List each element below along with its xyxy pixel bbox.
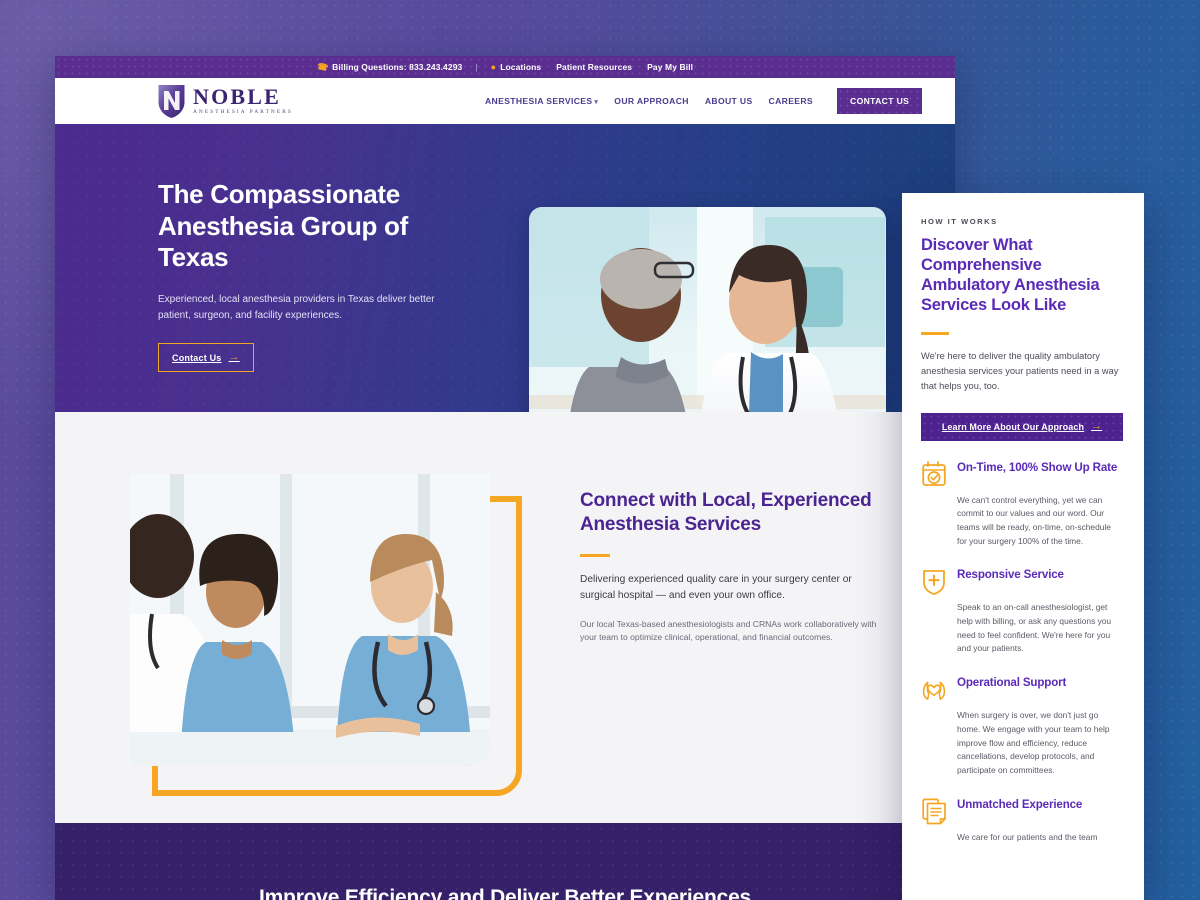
mid-body: Our local Texas-based anesthesiologists … <box>580 618 877 643</box>
locations-label: Locations <box>500 62 542 72</box>
learn-more-label: Learn More About Our Approach <box>941 421 1085 432</box>
billing-questions[interactable]: ☎ Billing Questions: 833.243.4293 <box>316 60 463 73</box>
billing-label: Billing Questions: 833.243.4293 <box>332 62 463 72</box>
feature-item: Unmatched Experience <box>921 797 1123 825</box>
mid-photo <box>130 474 490 766</box>
nav-item-careers[interactable]: CAREERS <box>769 96 813 106</box>
nav-links: ANESTHESIA SERVICES ▾ OUR APPROACH ABOUT … <box>485 78 923 124</box>
feature-body: Operational Support <box>957 675 1123 703</box>
mid-copy: Connect with Local, Experienced Anesthes… <box>580 489 880 645</box>
brand-tagline: ANESTHESIA PARTNERS <box>193 109 293 116</box>
utility-link-locations[interactable]: ● Locations <box>491 62 542 72</box>
main-navbar: NOBLE ANESTHESIA PARTNERS ANESTHESIA SER… <box>55 78 955 124</box>
card-accent-rule <box>921 331 949 335</box>
hero-copy: The Compassionate Anesthesia Group of Te… <box>158 179 458 373</box>
learn-more-button[interactable]: Learn More About Our Approach → <box>921 412 1123 441</box>
card-lead: We're here to deliver the quality ambula… <box>921 350 1119 391</box>
shield-plus-icon <box>921 567 947 596</box>
hero-subtitle: Experienced, local anesthesia providers … <box>158 294 435 321</box>
noble-shield-logo-icon <box>157 83 186 119</box>
card-kicker: HOW IT WORKS <box>921 217 998 226</box>
feature-item: Responsive Service <box>921 567 1123 596</box>
feature-text: Speak to an on-call anesthesiologist, ge… <box>957 602 1112 654</box>
hero-contact-us-button[interactable]: Contact Us → <box>158 343 254 373</box>
bottom-band-title: Improve Efficiency and Deliver Better Ex… <box>258 886 752 900</box>
hero-section: The Compassionate Anesthesia Group of Te… <box>55 124 955 412</box>
feature-title: Operational Support <box>957 676 1067 690</box>
mid-photo-wrap <box>130 474 522 796</box>
feature-text: We can't control everything, yet we can … <box>957 494 1111 546</box>
utility-link-patient-resources[interactable]: Patient Resources <box>556 62 632 72</box>
feature-text: When surgery is over, we don't just go h… <box>957 710 1110 775</box>
feature-body: Unmatched Experience <box>957 797 1123 825</box>
brand-logo[interactable]: NOBLE ANESTHESIA PARTNERS <box>157 83 293 119</box>
feature-text: We care for our patients and the team <box>957 831 1098 842</box>
feature-title: Responsive Service <box>957 568 1064 582</box>
documents-icon <box>921 797 947 825</box>
feature-body: Responsive Service <box>957 567 1123 595</box>
mid-section: Connect with Local, Experienced Anesthes… <box>55 412 955 823</box>
nav-contact-us-button[interactable]: CONTACT US <box>837 88 923 114</box>
calendar-check-icon <box>921 460 947 488</box>
utility-separator: | <box>475 62 478 72</box>
location-pin-icon: ● <box>490 62 497 72</box>
bottom-band: Improve Efficiency and Deliver Better Ex… <box>55 823 955 900</box>
nav-item-anesthesia-services[interactable]: ANESTHESIA SERVICES ▾ <box>485 96 598 106</box>
utility-bar: ☎ Billing Questions: 833.243.4293 | ● Lo… <box>55 56 955 78</box>
mid-lead: Delivering experienced quality care in y… <box>580 573 852 602</box>
chevron-down-icon: ▾ <box>594 99 599 106</box>
feature-title: On-Time, 100% Show Up Rate <box>957 460 1118 474</box>
card-title: Discover What Comprehensive Ambulatory A… <box>921 236 1100 315</box>
feature-item: Operational Support <box>921 675 1123 703</box>
utility-link-pay-my-bill[interactable]: Pay My Bill <box>647 62 693 72</box>
website-screenshot: ☎ Billing Questions: 833.243.4293 | ● Lo… <box>55 56 955 900</box>
phone-icon: ☎ <box>316 60 330 73</box>
feature-body: On-Time, 100% Show Up Rate <box>957 460 1123 488</box>
hero-title: The Compassionate Anesthesia Group of Te… <box>158 179 408 273</box>
brand-name: NOBLE <box>193 84 282 110</box>
feature-item: On-Time, 100% Show Up Rate <box>921 460 1123 488</box>
brand-wordmark: NOBLE ANESTHESIA PARTNERS <box>193 86 293 115</box>
arrow-right-icon: → <box>1091 420 1103 433</box>
hero-button-label: Contact Us <box>172 352 222 363</box>
arrow-right-icon: → <box>228 351 240 364</box>
how-it-works-card: HOW IT WORKS Discover What Comprehensive… <box>902 193 1144 900</box>
hands-heart-icon <box>921 675 947 703</box>
accent-rule <box>580 553 610 557</box>
mid-title: Connect with Local, Experienced Anesthes… <box>580 490 872 535</box>
nav-item-our-approach[interactable]: OUR APPROACH <box>614 96 689 106</box>
feature-title: Unmatched Experience <box>957 797 1083 811</box>
hero-photo <box>529 207 886 412</box>
nav-item-about-us[interactable]: ABOUT US <box>705 96 753 106</box>
